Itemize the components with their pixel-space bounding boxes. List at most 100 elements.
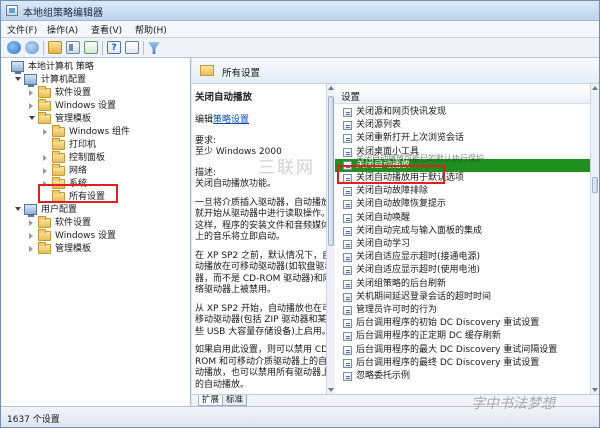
settings-row-label: 关闭自适应显示超时(接通电源) bbox=[356, 252, 481, 263]
settings-row[interactable]: 关闭自动唤醒 bbox=[335, 212, 590, 225]
settings-row-label: 关机期间延迟登录会话的超时时间 bbox=[356, 291, 492, 302]
app-icon bbox=[6, 5, 18, 16]
expand-arrow-icon[interactable] bbox=[15, 77, 21, 81]
settings-row[interactable]: 忽略委托示例 bbox=[335, 370, 590, 383]
settings-row-label: 关闭自动完成与输入面板的集成 bbox=[356, 225, 483, 236]
policy-setting-icon bbox=[343, 108, 352, 117]
settings-row[interactable]: 后台调用程序的最终 DC Discovery 重试设置 bbox=[335, 357, 590, 370]
tab-standard[interactable]: 标准 bbox=[222, 395, 248, 406]
toolbar: ? bbox=[1, 38, 599, 58]
settings-row[interactable]: 后台调用程序的正定期 DC 缓存刷新 bbox=[335, 330, 590, 343]
tree-node-label: 计算机配置 bbox=[41, 75, 87, 85]
computer-icon bbox=[11, 61, 24, 74]
settings-scrollbar[interactable] bbox=[590, 84, 599, 394]
forward-arrow-icon[interactable] bbox=[25, 41, 39, 54]
folder-icon bbox=[52, 138, 65, 150]
folder-icon bbox=[38, 86, 51, 98]
collapse-arrow-icon[interactable] bbox=[43, 168, 47, 174]
settings-row[interactable]: 关闭重新打开上次浏览会话 bbox=[335, 132, 590, 145]
scroll-down-icon[interactable] bbox=[592, 388, 598, 392]
settings-row[interactable]: 后台调用程序的最大 DC Discovery 重试间隔设置 bbox=[335, 344, 590, 357]
collapse-arrow-icon[interactable] bbox=[29, 103, 33, 109]
policy-setting-icon bbox=[343, 200, 352, 210]
show-hide-tree-icon[interactable] bbox=[66, 41, 80, 54]
folder-icon bbox=[200, 65, 214, 76]
scroll-down-icon[interactable] bbox=[328, 388, 334, 392]
collapse-arrow-icon[interactable] bbox=[43, 155, 47, 161]
scroll-thumb[interactable] bbox=[592, 177, 598, 193]
settings-row-label: 关闭自动唤醒 bbox=[356, 212, 411, 223]
settings-row-overlay: 关闭自动播放可能已的默认执行保护 bbox=[335, 152, 590, 163]
policy-setting-icon bbox=[343, 358, 352, 368]
description-paragraph: 从 XP SP2 开始，自动播放也在可移动驱动器(包括 ZIP 驱动器和某些 U… bbox=[195, 303, 332, 337]
menu-help[interactable]: 帮助(H) bbox=[135, 23, 167, 36]
edit-prefix: 编辑 bbox=[195, 115, 214, 125]
settings-row-label: 管理员许可时的行为 bbox=[356, 305, 438, 315]
collapse-arrow-icon[interactable] bbox=[43, 129, 47, 135]
settings-row[interactable]: 关闭源列表 bbox=[335, 119, 590, 132]
policy-setting-icon bbox=[343, 253, 352, 263]
filter-icon[interactable] bbox=[148, 42, 160, 54]
properties-icon[interactable] bbox=[125, 41, 139, 54]
scroll-up-icon[interactable] bbox=[592, 86, 598, 90]
settings-row[interactable]: 关闭自动故障排除 bbox=[335, 185, 590, 198]
highlight-box-all-settings bbox=[38, 184, 118, 203]
settings-row-label: 关闭自动播放可能已的默认执行保护 bbox=[356, 153, 484, 163]
settings-row-label: 关闭自动故障恢复提示 bbox=[356, 199, 447, 210]
tree-node-label: 管理模板 bbox=[55, 114, 92, 124]
settings-row[interactable]: 关闭自适应显示超时(使用电池) bbox=[335, 264, 590, 277]
settings-row[interactable]: 关闭源和网页快讯发现 bbox=[335, 106, 590, 119]
settings-row[interactable]: 关闭自适应显示超时(接通电源) bbox=[335, 251, 590, 264]
description-label: 描述: bbox=[195, 167, 217, 178]
help-icon[interactable]: ? bbox=[107, 41, 121, 54]
settings-row[interactable]: 关机期间延迟登录会话的超时时间 bbox=[335, 291, 590, 304]
policy-setting-icon bbox=[343, 121, 352, 131]
up-folder-icon[interactable] bbox=[48, 41, 62, 54]
policy-setting-icon bbox=[343, 345, 352, 355]
settings-row-label: 关闭自动学习 bbox=[356, 239, 411, 249]
menu-action[interactable]: 操作(A) bbox=[47, 23, 78, 36]
settings-row[interactable]: 关闭自动故障恢复提示 bbox=[335, 198, 590, 211]
settings-row[interactable]: 关闭组策略的后台刷新 bbox=[335, 278, 590, 291]
tree-node-label: 打印机 bbox=[69, 140, 97, 150]
export-list-icon[interactable] bbox=[84, 41, 98, 54]
settings-row-label: 关闭重新打开上次浏览会话 bbox=[356, 133, 465, 144]
policy-setting-icon bbox=[343, 372, 352, 381]
description-scrollbar[interactable] bbox=[326, 84, 335, 394]
folder-icon bbox=[38, 112, 51, 124]
scroll-thumb[interactable] bbox=[328, 96, 334, 246]
tree-node-label: 管理模板 bbox=[55, 244, 92, 254]
tree-node-label: Windows 设置 bbox=[55, 101, 117, 111]
watermark-center: 三联网 bbox=[258, 158, 315, 178]
collapse-arrow-icon[interactable] bbox=[29, 233, 33, 239]
settings-row[interactable]: 后台调用程序的初始 DC Discovery 重试设置 bbox=[335, 317, 590, 330]
back-arrow-icon[interactable] bbox=[7, 41, 21, 54]
settings-row[interactable]: 管理员许可时的行为 bbox=[335, 304, 590, 317]
policy-setting-icon bbox=[343, 266, 352, 276]
folder-icon bbox=[38, 216, 51, 228]
policy-setting-icon bbox=[343, 279, 352, 289]
policy-setting-icon bbox=[343, 292, 352, 302]
collapse-arrow-icon[interactable] bbox=[29, 220, 33, 226]
title-bar[interactable]: 本地组策略编辑器 bbox=[1, 1, 599, 21]
edit-policy-link[interactable]: 策略设置 bbox=[213, 115, 249, 125]
collapse-arrow-icon[interactable] bbox=[29, 246, 33, 252]
settings-row-label: 关闭自适应显示超时(使用电池) bbox=[356, 265, 481, 276]
tab-extended[interactable]: 扩展 bbox=[198, 395, 224, 406]
collapse-arrow-icon[interactable] bbox=[29, 90, 33, 96]
settings-row-label: 后台调用程序的正定期 DC 缓存刷新 bbox=[356, 331, 501, 342]
toolbar-separator bbox=[43, 41, 44, 55]
tree-pane: 本地计算机 策略 计算机配置 软件设置 Windows 设置 管理模板 Wind… bbox=[1, 58, 191, 406]
menu-bar: 文件(F) 操作(A) 查看(V) 帮助(H) bbox=[1, 21, 599, 38]
description-paragraph: 如果启用此设置，则可以禁用 CD-ROM 和可移动介质驱动器上的自动播放，也可以… bbox=[195, 345, 332, 390]
policy-setting-icon bbox=[343, 240, 352, 249]
menu-file[interactable]: 文件(F) bbox=[7, 23, 37, 36]
menu-view[interactable]: 查看(V) bbox=[91, 23, 122, 36]
expand-arrow-icon[interactable] bbox=[15, 207, 21, 211]
settings-row[interactable]: 关闭自动完成与输入面板的集成 bbox=[335, 225, 590, 238]
scroll-up-icon[interactable] bbox=[328, 86, 334, 90]
folder-icon bbox=[52, 125, 65, 137]
expand-arrow-icon[interactable] bbox=[29, 116, 35, 120]
settings-row[interactable]: 关闭自动学习 bbox=[335, 238, 590, 251]
settings-column-header[interactable]: 设置 bbox=[335, 84, 590, 104]
